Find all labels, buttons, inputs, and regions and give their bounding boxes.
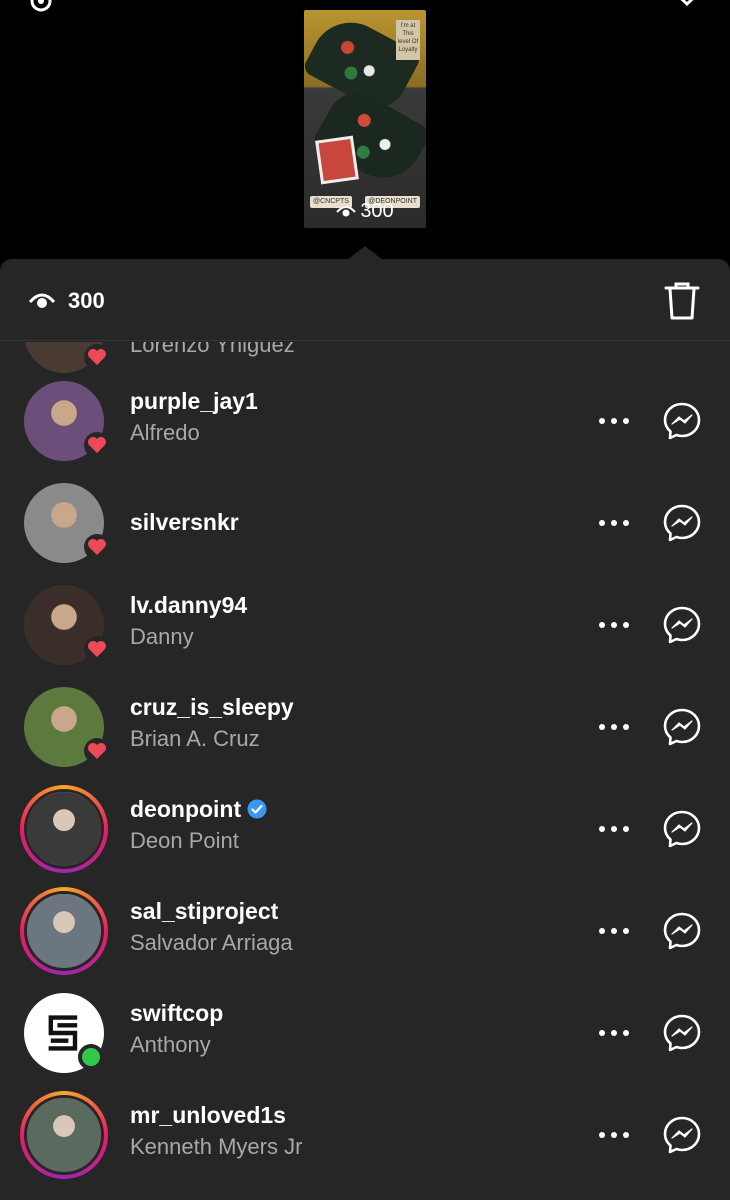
- heart-icon: [84, 636, 110, 662]
- username-text: silversnkr: [130, 509, 239, 535]
- sheet-pointer: [347, 246, 383, 260]
- online-status-dot: [78, 1044, 104, 1070]
- username-text: deonpoint: [130, 796, 242, 822]
- viewer-row[interactable]: purple_jay1 Alfredo: [0, 370, 730, 472]
- viewers-sheet: 300 Lorenzo Yniguez purple_jay1 Alfredo sil…: [0, 259, 730, 1200]
- viewer-username[interactable]: silversnkr: [130, 507, 239, 537]
- viewer-full-name: Kenneth Myers Jr: [130, 1134, 303, 1159]
- username-text: cruz_is_sleepy: [130, 694, 294, 720]
- more-icon[interactable]: [598, 1028, 630, 1038]
- eye-icon: [336, 206, 357, 217]
- avatar[interactable]: [20, 887, 108, 975]
- viewer-full-name: Anthony: [130, 1032, 211, 1057]
- more-icon[interactable]: [598, 824, 630, 834]
- messenger-icon[interactable]: [663, 912, 701, 950]
- avatar[interactable]: [20, 1091, 108, 1179]
- viewer-username[interactable]: mr_unloved1s: [130, 1100, 286, 1130]
- username-text: sal_stiproject: [130, 898, 279, 924]
- viewer-full-name: Deon Point: [130, 828, 239, 853]
- messenger-icon[interactable]: [663, 606, 701, 644]
- avatar[interactable]: [20, 785, 108, 873]
- heart-icon: [84, 534, 110, 560]
- view-count-label: 300: [360, 200, 394, 222]
- verified-badge-icon: [247, 799, 267, 819]
- close-icon[interactable]: [668, 0, 706, 14]
- viewer-row[interactable]: silversnkr: [0, 472, 730, 574]
- heart-icon: [84, 738, 110, 764]
- more-icon[interactable]: [598, 620, 630, 630]
- viewer-full-name: Danny: [130, 624, 194, 649]
- messenger-icon[interactable]: [663, 504, 701, 542]
- viewer-username[interactable]: purple_jay1: [130, 386, 258, 416]
- more-icon[interactable]: [598, 518, 630, 528]
- more-icon[interactable]: [598, 1130, 630, 1140]
- heart-icon: [84, 432, 110, 458]
- story-preview-bar: I'm at This level Of Loyalty @CNCPTS @DE…: [0, 0, 730, 259]
- viewer-username[interactable]: deonpoint: [130, 794, 267, 824]
- viewer-username[interactable]: cruz_is_sleepy: [130, 692, 294, 722]
- viewer-full-name: Lorenzo Yniguez: [130, 342, 295, 357]
- username-text: lv.danny94: [130, 592, 248, 618]
- sneaker-box-image: [315, 135, 359, 185]
- story-view-count: 300: [304, 200, 426, 222]
- viewer-row[interactable]: mr_unloved1s Kenneth Myers Jr: [0, 1084, 730, 1186]
- eye-icon: [28, 293, 56, 308]
- more-icon[interactable]: [598, 926, 630, 936]
- more-icon[interactable]: [598, 722, 630, 732]
- gear-icon[interactable]: [26, 0, 56, 16]
- viewer-username[interactable]: lv.danny94: [130, 590, 247, 620]
- viewer-row[interactable]: cruz_is_sleepy Brian A. Cruz: [0, 676, 730, 778]
- viewer-full-name: Brian A. Cruz: [130, 726, 260, 751]
- viewer-row[interactable]: sal_stiproject Salvador Arriaga: [0, 880, 730, 982]
- viewers-header: 300: [0, 259, 730, 341]
- messenger-icon[interactable]: [663, 708, 701, 746]
- viewer-username[interactable]: swiftcop: [130, 998, 223, 1028]
- swiftcop-logo-icon: [48, 1015, 78, 1051]
- username-text: purple_jay1: [130, 388, 258, 414]
- viewer-list[interactable]: Lorenzo Yniguez purple_jay1 Alfredo silvers…: [0, 342, 730, 1200]
- viewer-row[interactable]: swiftcop Anthony: [0, 982, 730, 1084]
- messenger-icon[interactable]: [663, 1116, 701, 1154]
- viewer-row[interactable]: lv.danny94 Danny: [0, 574, 730, 676]
- more-icon[interactable]: [598, 416, 630, 426]
- story-text-sticker: I'm at This level Of Loyalty: [396, 20, 420, 60]
- viewer-username[interactable]: sal_stiproject: [130, 896, 278, 926]
- username-text: mr_unloved1s: [130, 1102, 286, 1128]
- username-text: swiftcop: [130, 1000, 224, 1026]
- heart-icon: [84, 344, 110, 370]
- viewer-full-name: Salvador Arriaga: [130, 930, 293, 955]
- viewer-count: 300: [68, 288, 105, 313]
- viewer-full-name: Alfredo: [130, 420, 200, 445]
- messenger-icon[interactable]: [663, 402, 701, 440]
- story-thumbnail[interactable]: I'm at This level Of Loyalty @CNCPTS @DE…: [304, 10, 426, 228]
- trash-icon[interactable]: [664, 281, 700, 321]
- messenger-icon[interactable]: [663, 810, 701, 848]
- viewer-row[interactable]: deonpoint Deon Point: [0, 778, 730, 880]
- messenger-icon[interactable]: [663, 1014, 701, 1052]
